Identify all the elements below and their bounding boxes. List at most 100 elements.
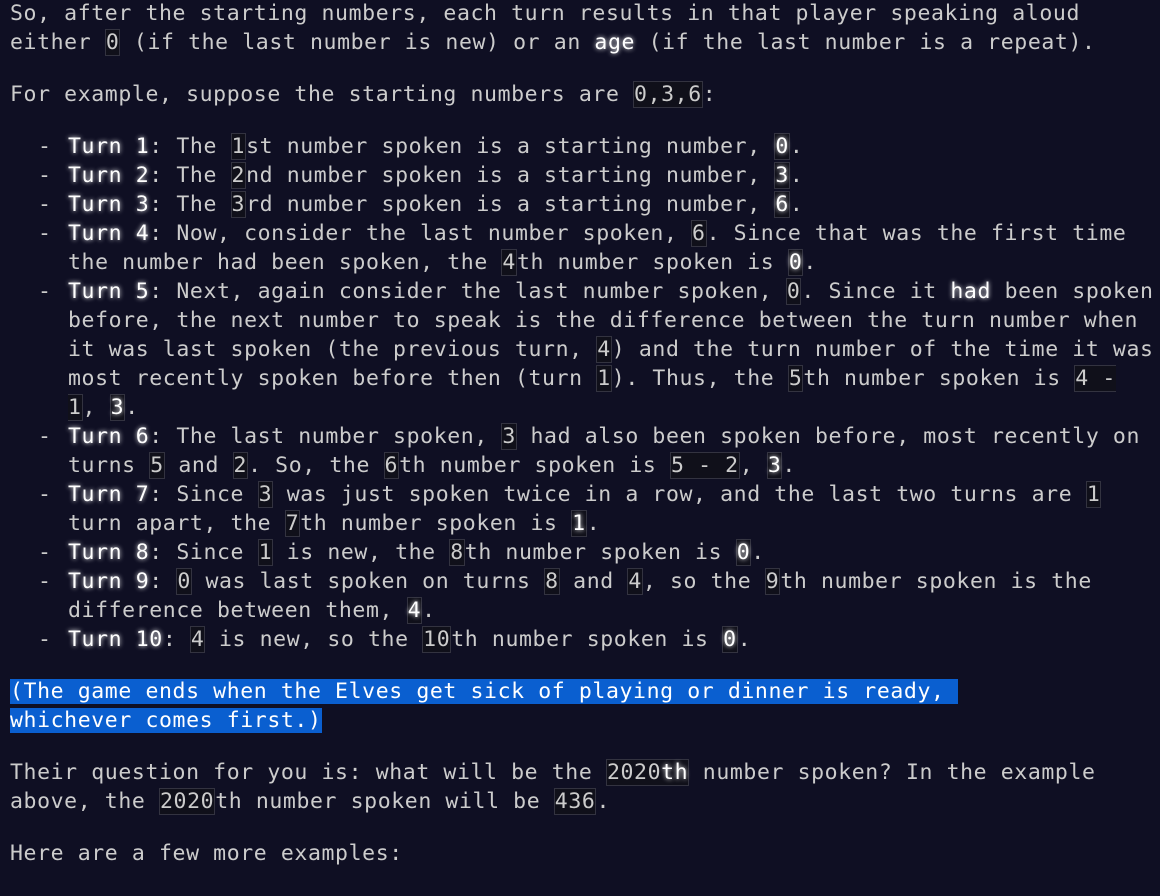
code-value: 10	[422, 626, 452, 653]
puzzle-description: So, after the starting numbers, each tur…	[10, 0, 1155, 891]
list-item-turn-3: Turn 3: The 3rd number spoken is a start…	[38, 190, 1155, 219]
code-value: 6	[774, 191, 790, 218]
text: was last spoken on turns	[191, 569, 545, 594]
code-value: 4	[501, 249, 517, 276]
code-value: 1	[571, 510, 587, 537]
text: th number spoken is	[300, 511, 572, 536]
code-value: 1	[1085, 481, 1102, 508]
example-intro: For example, suppose the starting number…	[10, 80, 1155, 109]
code-value: 4	[627, 568, 643, 595]
text: Their question for you is: what will be …	[10, 760, 606, 785]
text: (if the last number is new) or an	[120, 30, 595, 55]
turn-list: Turn 1: The 1st number spoken is a start…	[10, 132, 1155, 654]
list-item-turn-7: Turn 7: Since 3 was just spoken twice in…	[38, 480, 1155, 538]
text: : The	[149, 134, 231, 159]
turn-label: Turn 10	[68, 627, 163, 652]
code-value: 3	[501, 423, 517, 450]
text: th number spoken is	[464, 540, 736, 565]
text: .	[422, 598, 436, 623]
text: and	[559, 569, 628, 594]
text: ). Thus, the	[611, 366, 788, 391]
code-number: 2020	[606, 760, 662, 785]
turn-label: Turn 3	[68, 192, 150, 217]
emphasis: 0	[736, 540, 751, 565]
emphasis: 3	[767, 453, 782, 478]
list-item-turn-4: Turn 4: Now, consider the last number sp…	[38, 219, 1155, 277]
more-examples-heading: Here are a few more examples:	[10, 841, 403, 866]
code-value: 3	[109, 394, 126, 421]
text: st number spoken is a starting number,	[246, 134, 775, 159]
code-value: 5 - 2	[669, 452, 740, 479]
text: turn apart, the	[68, 511, 285, 536]
text: .	[803, 250, 817, 275]
text: nd number spoken is a starting number,	[246, 163, 775, 188]
code-value: 3	[774, 162, 790, 189]
code-value: 1	[230, 133, 247, 160]
code-value: 0	[785, 278, 802, 305]
selected-text-line-1[interactable]: (The game ends when the Elves get sick o…	[10, 679, 959, 704]
text: th number spoken will be	[215, 789, 554, 814]
text: th number spoken is	[803, 366, 1075, 391]
code-value: 4	[406, 597, 423, 624]
code-value: 3	[257, 481, 274, 508]
code-value: 3	[230, 191, 247, 218]
emphasis: age	[594, 30, 636, 55]
code-value: 2	[230, 162, 247, 189]
code-value: 0	[176, 568, 192, 595]
code-value: 5	[787, 365, 804, 392]
code-value: 6	[383, 452, 400, 479]
text: :	[702, 82, 717, 107]
code-value: 8	[544, 568, 560, 595]
list-item-turn-8: Turn 8: Since 1 is new, the 8th number s…	[38, 538, 1155, 567]
list-item-turn-9: Turn 9: 0 was last spoken on turns 8 and…	[38, 567, 1155, 625]
text: .	[751, 540, 765, 565]
text: : The	[149, 163, 231, 188]
list-item-turn-2: Turn 2: The 2nd number spoken is a start…	[38, 161, 1155, 190]
text: .	[789, 134, 804, 159]
code-value: 0,3,6	[633, 81, 703, 108]
turn-label: Turn 2	[68, 163, 150, 188]
text: :	[162, 627, 190, 652]
text: : Now, consider the last number spoken,	[149, 221, 692, 246]
code-value: 4	[596, 336, 612, 363]
text: .	[125, 395, 139, 420]
text: is new, so the	[205, 627, 423, 652]
code-value: 0	[735, 539, 752, 566]
text: : The last number spoken,	[149, 424, 502, 449]
question-paragraph: Their question for you is: what will be …	[10, 758, 1155, 816]
code-value: 6	[691, 220, 707, 247]
text: (if the last number is a repeat).	[635, 30, 1096, 55]
text: : Next, again consider the last number s…	[149, 279, 786, 304]
text: th number spoken is	[399, 453, 670, 478]
turn-label: Turn 9	[68, 569, 150, 594]
emphasis: 4	[407, 598, 422, 623]
text: was just spoken twice in a row, and the …	[273, 482, 1086, 507]
emphasis: 3	[110, 395, 125, 420]
text: and	[164, 453, 233, 478]
selected-text-line-2[interactable]: whichever comes first.)	[10, 708, 322, 733]
turn-label: Turn 6	[68, 424, 150, 449]
text: For example, suppose the starting number…	[10, 82, 634, 107]
emphasis: th	[661, 760, 689, 785]
turn-label: Turn 8	[68, 540, 150, 565]
emphasis: 1	[572, 511, 586, 536]
text: .	[737, 627, 752, 652]
emphasis: 0	[788, 250, 803, 275]
code-value: 0	[774, 133, 790, 160]
code-value: 2020th	[605, 759, 690, 786]
code-value: 5	[149, 452, 165, 479]
selected-aside[interactable]: (The game ends when the Elves get sick o…	[10, 677, 1155, 735]
code-value: 0	[104, 29, 121, 56]
turn-label: Turn 5	[68, 279, 150, 304]
code-value: 1	[596, 365, 612, 392]
list-item-turn-10: Turn 10: 4 is new, so the 10th number sp…	[38, 625, 1155, 654]
text: . Since it	[801, 279, 951, 304]
code-value: 2	[232, 452, 249, 479]
code-value: 3	[766, 452, 783, 479]
text: , so the	[642, 569, 765, 594]
text: .	[586, 511, 601, 536]
list-item-turn-1: Turn 1: The 1st number spoken is a start…	[38, 132, 1155, 161]
code-value: 7	[284, 510, 301, 537]
text: rd number spoken is a starting number,	[246, 192, 775, 217]
intro-paragraph: So, after the starting numbers, each tur…	[10, 0, 1155, 57]
